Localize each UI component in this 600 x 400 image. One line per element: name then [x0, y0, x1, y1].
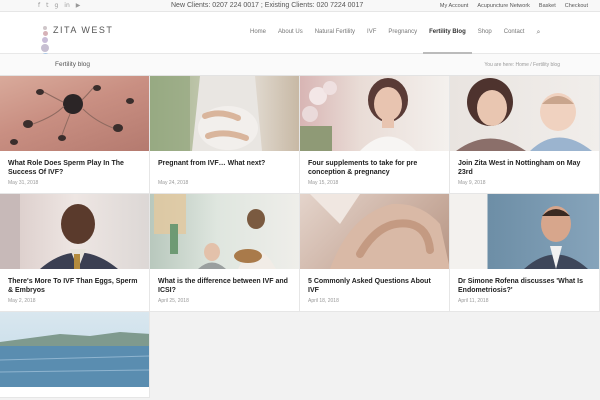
post-thumbnail[interactable] [150, 194, 299, 269]
post-thumbnail[interactable] [450, 194, 599, 269]
main-nav: Home About Us Natural Fertility IVF Preg… [244, 12, 544, 54]
social-icons: f t g in ▶ [38, 0, 80, 12]
blog-card[interactable]: 5 Commonly Asked Questions About IVF Apr… [300, 194, 450, 312]
post-date: May 2, 2018 [8, 298, 36, 304]
basket-link[interactable]: Basket [539, 0, 556, 12]
blog-card[interactable]: What is the difference between IVF and I… [150, 194, 300, 312]
pregnant-woman-image [150, 76, 262, 151]
sperm-image [10, 85, 134, 145]
post-date: May 15, 2018 [308, 180, 339, 186]
post-date: May 31, 2018 [8, 180, 39, 186]
nav-home[interactable]: Home [244, 12, 272, 54]
post-date: April 25, 2018 [158, 298, 189, 304]
phone-numbers: New Clients: 0207 224 0017 ; Existing Cl… [171, 2, 364, 9]
blog-card[interactable]: There's More To IVF Than Eggs, Sperm & E… [0, 194, 150, 312]
blog-card[interactable]: Four supplements to take for pre concept… [300, 76, 450, 194]
nav-ivf[interactable]: IVF [361, 12, 382, 54]
nav-contact[interactable]: Contact [498, 12, 531, 54]
woman-portrait-image [300, 78, 416, 151]
search-icon[interactable]: ⌕ [530, 12, 544, 54]
post-date: April 11, 2018 [458, 298, 489, 304]
hands-image [310, 194, 449, 269]
post-thumbnail[interactable] [300, 76, 449, 151]
nav-about-us[interactable]: About Us [272, 12, 309, 54]
brand-name[interactable]: ZITA WEST [53, 25, 113, 35]
youtube-icon[interactable]: ▶ [76, 0, 81, 12]
nav-shop[interactable]: Shop [472, 12, 498, 54]
top-links: My Account Acupuncture Network Basket Ch… [440, 0, 588, 12]
nav-fertility-blog[interactable]: Fertility Blog [423, 12, 472, 54]
site-header: ZITA WEST Home About Us Natural Fertilit… [0, 12, 600, 62]
post-title[interactable]: What is the difference between IVF and I… [158, 278, 292, 296]
nav-pregnancy[interactable]: Pregnancy [382, 12, 423, 54]
acupuncture-network-link[interactable]: Acupuncture Network [477, 0, 530, 12]
checkout-link[interactable]: Checkout [565, 0, 588, 12]
post-title[interactable]: What Role Does Sperm Play In The Success… [8, 160, 142, 178]
blog-card[interactable]: Pregnant from IVF… What next? May 24, 20… [150, 76, 300, 194]
post-thumbnail[interactable] [0, 194, 149, 269]
post-title[interactable]: 5 Commonly Asked Questions About IVF [308, 278, 442, 296]
post-date: April 18, 2018 [308, 298, 339, 304]
couple-guitar-image [154, 194, 276, 269]
man-portrait-image [0, 194, 118, 269]
post-date: May 9, 2018 [458, 180, 486, 186]
doctor-portrait-image [524, 206, 588, 269]
linkedin-icon[interactable]: in [64, 0, 69, 12]
title-bar: Fertility blog You are here: Home / Fert… [0, 54, 600, 76]
post-title[interactable]: Pregnant from IVF… What next? [158, 160, 292, 169]
post-thumbnail[interactable] [450, 76, 599, 151]
post-title[interactable]: Join Zita West in Nottingham on May 23rd [458, 160, 592, 178]
google-plus-icon[interactable]: g [54, 0, 58, 12]
my-account-link[interactable]: My Account [440, 0, 468, 12]
page-title: Fertility blog [55, 61, 91, 68]
blog-card[interactable]: What Role Does Sperm Play In The Success… [0, 76, 150, 194]
post-title[interactable]: Four supplements to take for pre concept… [308, 160, 442, 178]
woman-with-baby-image [456, 78, 592, 151]
blog-card[interactable]: Join Zita West in Nottingham on May 23rd… [450, 76, 600, 194]
blog-card[interactable]: Dr Simone Rofena discusses 'What Is Endo… [450, 194, 600, 312]
post-title[interactable]: There's More To IVF Than Eggs, Sperm & E… [8, 278, 142, 296]
top-bar: f t g in ▶ New Clients: 0207 224 0017 ; … [0, 0, 600, 12]
breadcrumb[interactable]: You are here: Home / Fertility blog [484, 54, 560, 76]
post-thumbnail[interactable] [300, 194, 449, 269]
post-thumbnail[interactable] [0, 76, 149, 151]
blog-card[interactable] [0, 312, 150, 398]
post-thumbnail[interactable] [0, 312, 149, 387]
facebook-icon[interactable]: f [38, 0, 40, 12]
post-date: May 24, 2018 [158, 180, 189, 186]
post-title[interactable]: Dr Simone Rofena discusses 'What Is Endo… [458, 278, 592, 296]
post-thumbnail[interactable] [150, 76, 299, 151]
twitter-icon[interactable]: t [46, 0, 48, 12]
sea-landscape-image [0, 332, 149, 387]
nav-natural-fertility[interactable]: Natural Fertility [309, 12, 361, 54]
